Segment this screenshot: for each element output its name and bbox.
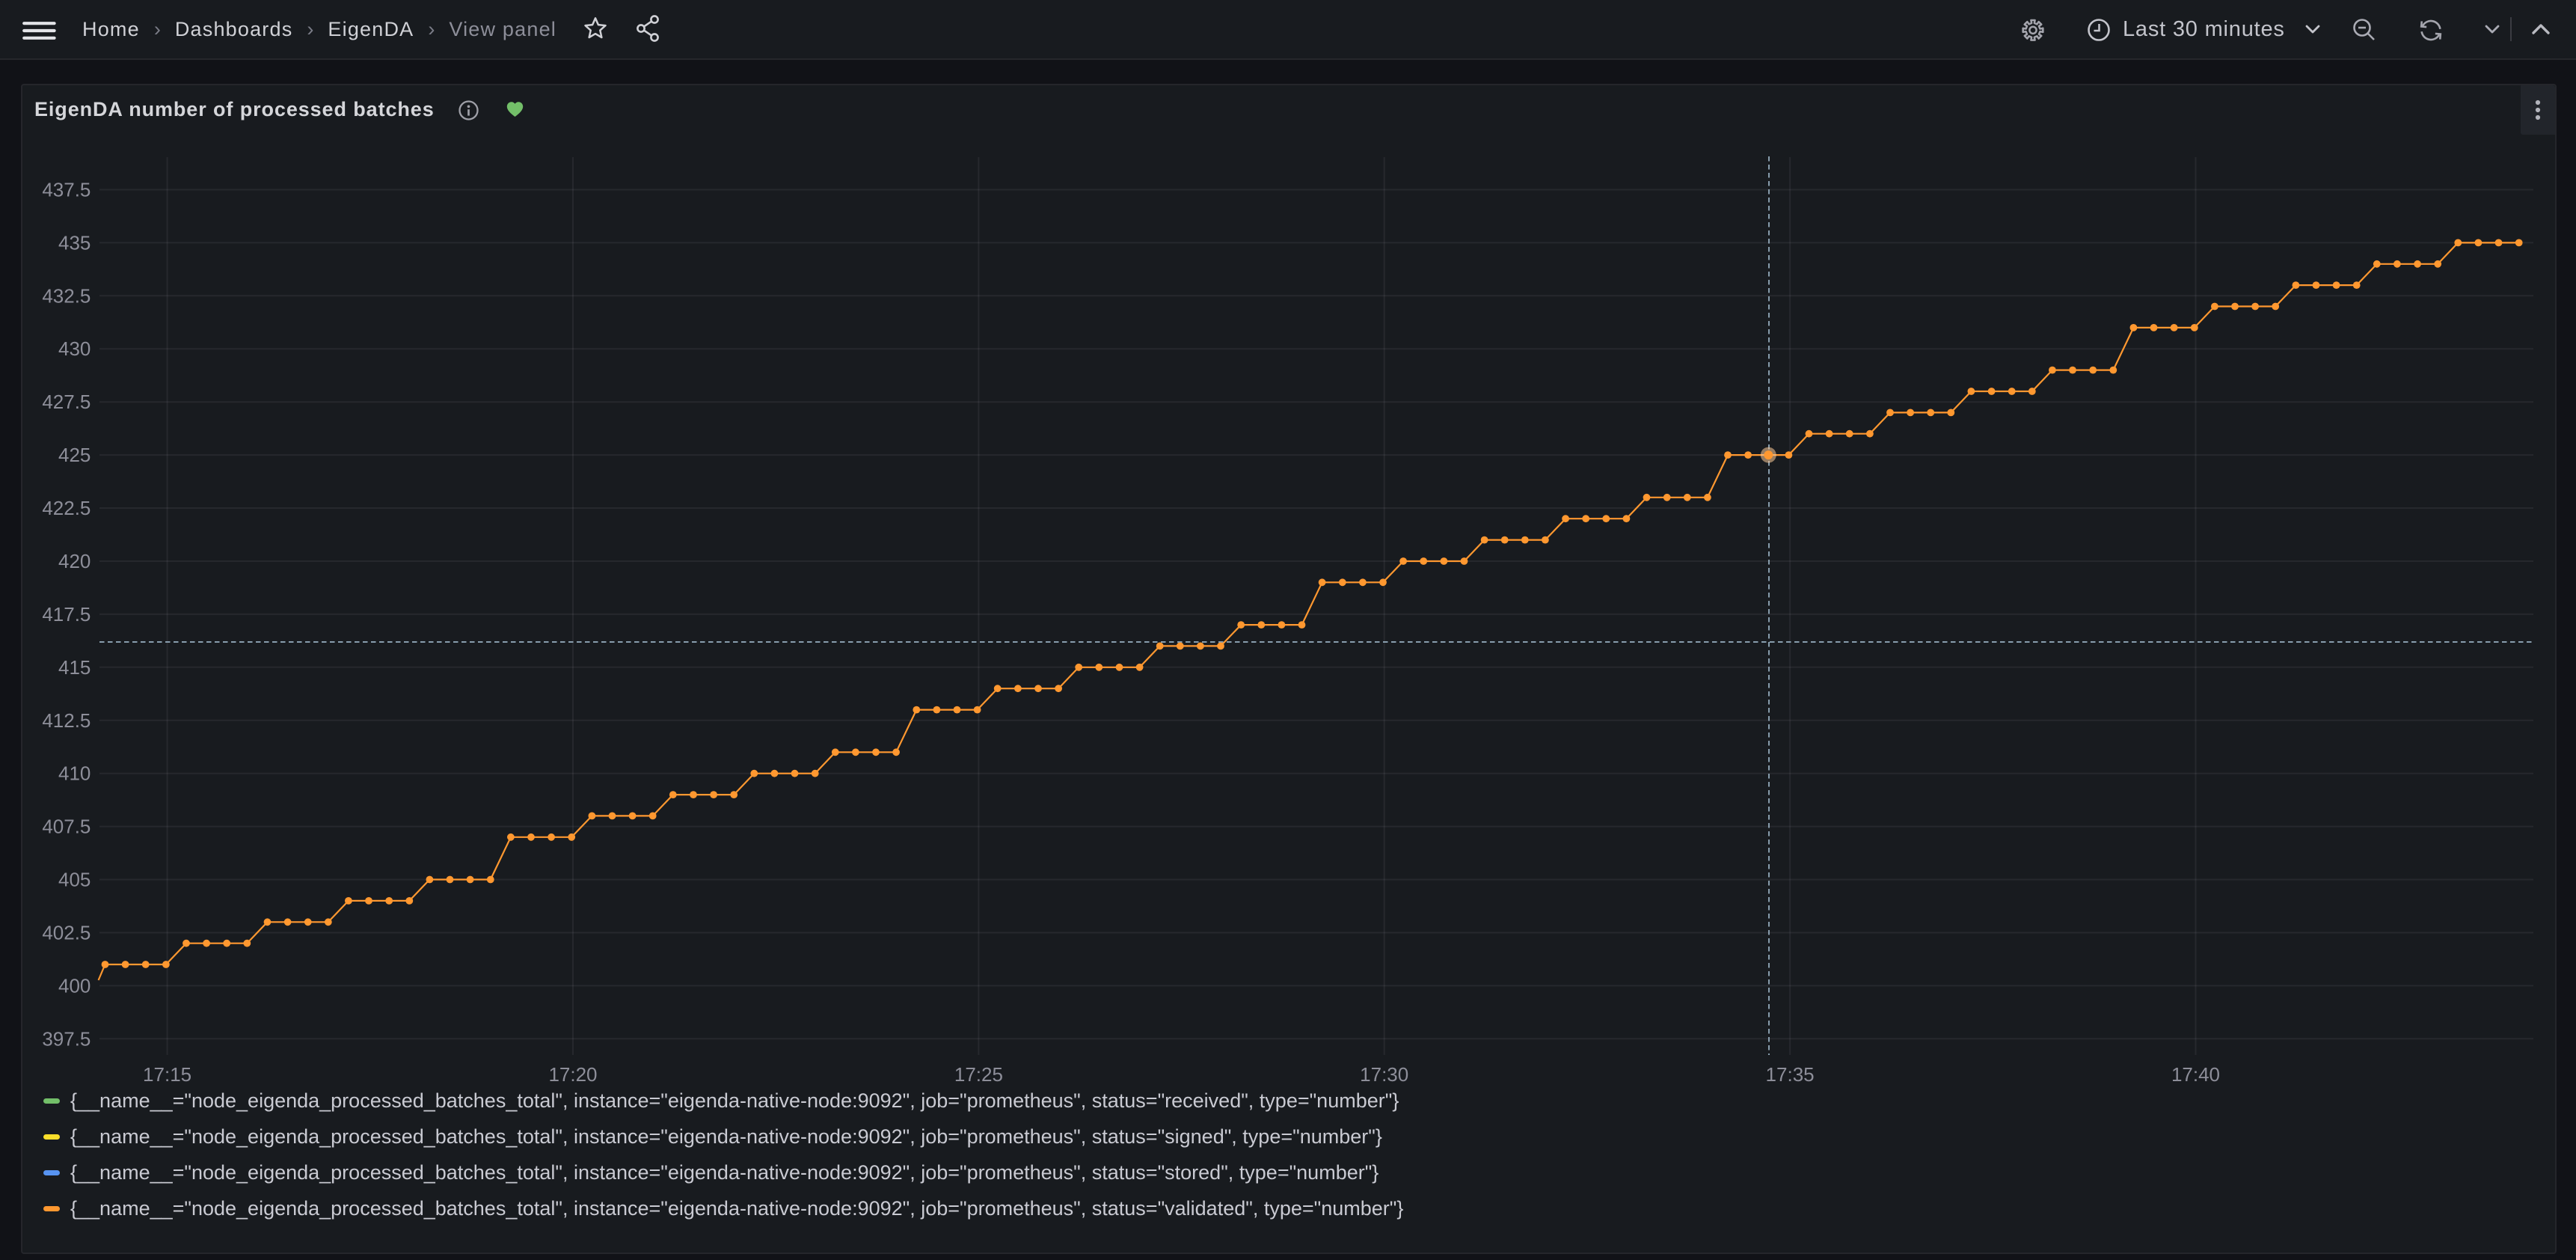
svg-text:410: 410 (58, 762, 91, 785)
svg-text:17:35: 17:35 (1766, 1063, 1815, 1086)
svg-text:397.5: 397.5 (42, 1027, 91, 1050)
svg-text:412.5: 412.5 (42, 709, 91, 732)
svg-text:417.5: 417.5 (42, 603, 91, 626)
svg-text:435: 435 (58, 231, 91, 254)
svg-text:17:40: 17:40 (2171, 1063, 2220, 1086)
svg-text:415: 415 (58, 656, 91, 679)
svg-text:425: 425 (58, 444, 91, 466)
svg-text:402.5: 402.5 (42, 922, 91, 944)
svg-text:437.5: 437.5 (42, 179, 91, 201)
svg-text:400: 400 (58, 974, 91, 997)
svg-text:407.5: 407.5 (42, 816, 91, 838)
svg-text:422.5: 422.5 (42, 497, 91, 519)
svg-text:432.5: 432.5 (42, 284, 91, 307)
svg-text:420: 420 (58, 550, 91, 572)
svg-text:430: 430 (58, 337, 91, 360)
svg-text:427.5: 427.5 (42, 391, 91, 413)
svg-text:405: 405 (58, 869, 91, 891)
